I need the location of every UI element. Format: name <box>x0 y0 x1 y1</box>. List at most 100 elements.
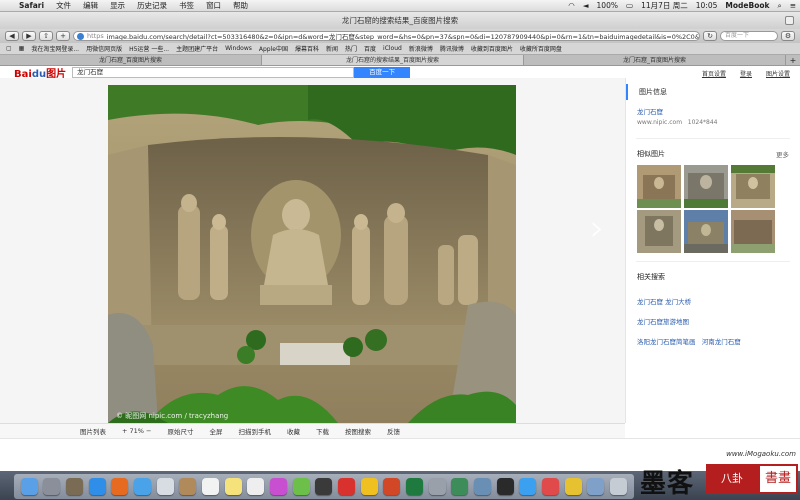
preview-icon[interactable] <box>473 478 491 495</box>
menu-help[interactable]: 帮助 <box>227 0 254 11</box>
bookmark-item[interactable]: H5运营 一些... <box>129 44 169 53</box>
wps-icon[interactable] <box>338 478 356 495</box>
zoom-out-button[interactable]: − <box>144 427 151 435</box>
similar-thumbnail[interactable] <box>684 165 728 208</box>
mail-icon[interactable] <box>156 478 174 495</box>
original-size-button[interactable]: 原始尺寸 <box>167 426 193 436</box>
related-search-link[interactable]: 龙门石窟 龙门大桥 <box>637 296 789 306</box>
qq-icon[interactable] <box>496 478 514 495</box>
network-icon[interactable] <box>451 478 469 495</box>
browser-icon[interactable] <box>360 478 378 495</box>
settings-icon[interactable]: ⚙ <box>781 31 795 41</box>
menu-view[interactable]: 显示 <box>104 0 131 11</box>
similar-thumbnail[interactable] <box>731 165 775 208</box>
download-button[interactable]: 下载 <box>316 426 329 436</box>
search-input[interactable]: 百度一下 <box>720 31 778 41</box>
finder-icon[interactable] <box>20 478 38 495</box>
music-icon[interactable] <box>541 478 559 495</box>
excel-icon[interactable] <box>405 478 423 495</box>
back-button[interactable]: ◀ <box>5 31 19 41</box>
bookmark-item[interactable]: 收藏所百度网盘 <box>520 44 562 53</box>
list-icon[interactable]: ≡ <box>786 1 800 10</box>
bookmark-item[interactable]: 主题团建广平台 <box>176 44 218 53</box>
image-settings-link[interactable]: 图片设置 <box>766 69 790 78</box>
login-link[interactable]: 登录 <box>740 69 752 78</box>
menu-file[interactable]: 文件 <box>50 0 77 11</box>
image-name-link[interactable]: 龙门石窟 <box>637 106 789 116</box>
facetime-icon[interactable] <box>315 478 333 495</box>
tab-item[interactable]: 龙门石窟_百度图片搜索 <box>524 55 786 65</box>
messages-icon[interactable] <box>292 478 310 495</box>
menu-edit[interactable]: 编辑 <box>77 0 104 11</box>
trash-icon[interactable] <box>609 478 627 495</box>
send-to-phone-button[interactable]: 扫描到手机 <box>238 426 271 436</box>
bookmark-item[interactable]: 热门 <box>345 44 357 53</box>
app-menu[interactable]: Safari <box>13 1 50 10</box>
app-store-icon[interactable] <box>88 478 106 495</box>
contacts-icon[interactable] <box>179 478 197 495</box>
search-by-image-button[interactable]: 按图搜索 <box>345 426 371 436</box>
more-similar-link[interactable]: 更多 <box>776 149 789 159</box>
photo-app-icon[interactable] <box>66 478 84 495</box>
bookmark-item[interactable]: 爆幕百科 <box>295 44 319 53</box>
add-bookmark-button[interactable]: + <box>56 31 70 41</box>
reading-list-icon[interactable]: ▢ <box>6 45 12 52</box>
user-name[interactable]: ModeBook <box>721 1 773 10</box>
bookmark-item[interactable]: Windows <box>225 45 252 52</box>
battery-level[interactable]: 100% <box>593 1 622 10</box>
similar-thumbnail[interactable] <box>637 210 681 253</box>
bookmark-item[interactable]: 我在淘宝网登录... <box>31 44 79 53</box>
zoom-in-button[interactable]: + <box>122 427 130 435</box>
new-tab-button[interactable]: + <box>786 55 800 65</box>
calendar-icon[interactable] <box>202 478 220 495</box>
tab-item-active[interactable]: 龙门石窟的搜索结果_百度图片搜索 <box>262 55 524 65</box>
image-source[interactable]: www.nipic.com <box>637 119 682 126</box>
related-search-link[interactable]: 洛阳龙门石窟简笔画 <box>637 338 696 346</box>
baidu-search-input[interactable]: 龙门石窟 <box>72 67 355 78</box>
notes-icon[interactable] <box>224 478 242 495</box>
bookmark-item[interactable]: 百度 <box>364 44 376 53</box>
grotto-photo[interactable]: © 昵图网 nipic.com / tracyzhang <box>108 85 516 423</box>
image-list-button[interactable]: 图片列表 <box>80 426 106 436</box>
chrome-icon[interactable] <box>564 478 582 495</box>
feedback-button[interactable]: 反馈 <box>387 426 400 436</box>
bookmark-item[interactable]: Apple中国 <box>259 44 288 53</box>
related-search-link[interactable]: 龙门石窟旅游地图 <box>637 316 789 326</box>
date-label[interactable]: 11月7日 周二 <box>637 0 692 11</box>
bookmark-item[interactable]: 用微信网页版 <box>86 44 122 53</box>
volume-icon[interactable]: ◄ <box>579 1 593 10</box>
menu-history[interactable]: 历史记录 <box>131 0 173 11</box>
search-icon[interactable]: ⌕ <box>774 1 786 11</box>
next-image-arrow-icon[interactable]: › <box>590 208 604 249</box>
firefox-icon[interactable] <box>111 478 129 495</box>
forward-button[interactable]: ▶ <box>22 31 36 41</box>
home-settings-link[interactable]: 首页设置 <box>702 69 726 78</box>
similar-thumbnail[interactable] <box>731 210 775 253</box>
fullscreen-button[interactable]: 全屏 <box>209 426 222 436</box>
bookmark-item[interactable]: 腾讯微博 <box>440 44 464 53</box>
powerpoint-icon[interactable] <box>383 478 401 495</box>
fullscreen-icon[interactable] <box>785 16 794 25</box>
baidu-search-button[interactable]: 百度一下 <box>354 67 411 78</box>
top-sites-icon[interactable]: ▦ <box>19 45 25 52</box>
baidu-netdisk-icon[interactable] <box>519 478 537 495</box>
address-bar[interactable]: https image.baidu.com/search/detail?ct=5… <box>73 31 700 41</box>
bookmark-item[interactable]: 收藏到百度图片 <box>471 44 513 53</box>
tab-item[interactable]: 龙门石窟_百度图片搜索 <box>0 55 262 65</box>
itunes-icon[interactable] <box>270 478 288 495</box>
safari-icon[interactable] <box>134 478 152 495</box>
share-icon[interactable]: ⇧ <box>39 31 53 41</box>
wifi-icon[interactable]: ◠ <box>564 1 579 10</box>
reload-icon[interactable]: ↻ <box>703 31 717 41</box>
menu-bookmarks[interactable]: 书签 <box>173 0 200 11</box>
downloads-icon[interactable] <box>587 478 605 495</box>
favorite-button[interactable]: 收藏 <box>287 426 300 436</box>
clock[interactable]: 10:05 <box>692 1 722 10</box>
bookmark-item[interactable]: 新浪微博 <box>409 44 433 53</box>
menu-window[interactable]: 窗口 <box>200 0 227 11</box>
related-search-link[interactable]: 河南龙门石窟 <box>702 338 741 346</box>
reminders-icon[interactable] <box>247 478 265 495</box>
launchpad-icon[interactable] <box>43 478 61 495</box>
bookmark-item[interactable]: iCloud <box>383 45 402 52</box>
similar-thumbnail[interactable] <box>684 210 728 253</box>
